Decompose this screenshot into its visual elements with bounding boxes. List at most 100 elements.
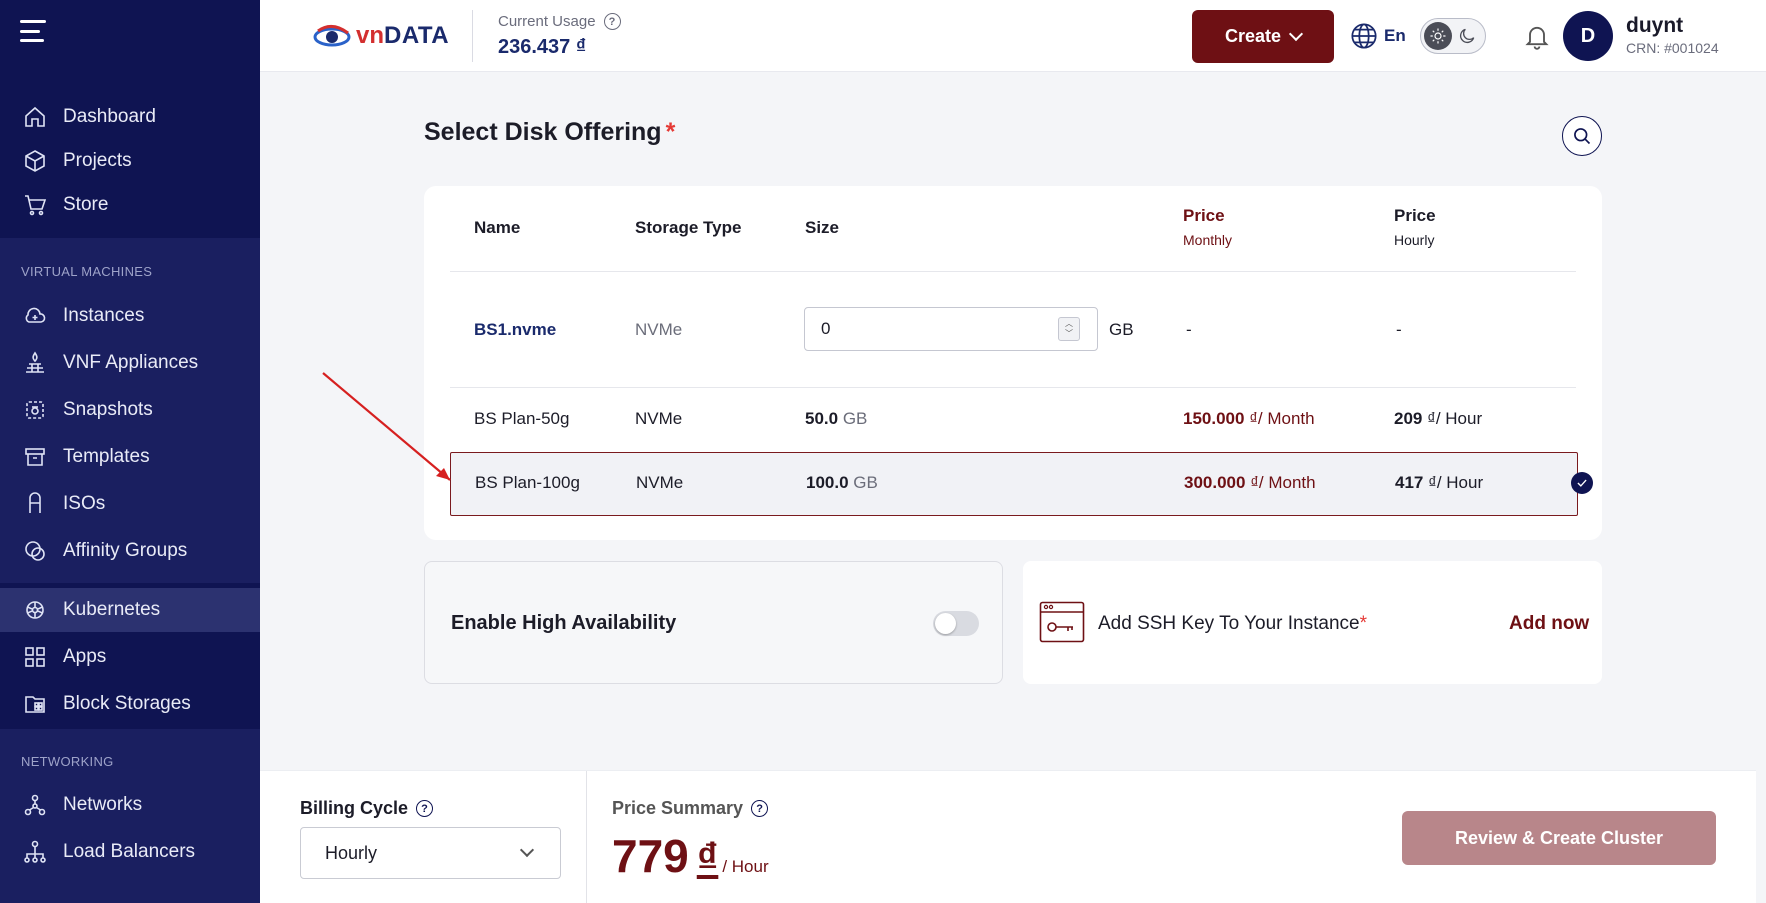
- sidebar-item-label: Networks: [63, 794, 143, 815]
- logo-icon: [313, 25, 351, 47]
- sidebar-item-label: Apps: [63, 646, 107, 667]
- sidebar-item-templates[interactable]: Templates: [0, 435, 260, 479]
- archive-icon: [22, 444, 48, 470]
- offering-name: BS Plan-100g: [475, 473, 580, 492]
- add-ssh-key-link[interactable]: Add now: [1509, 613, 1589, 635]
- current-usage-label: Current Usage ?: [498, 13, 621, 30]
- help-icon[interactable]: ?: [603, 13, 621, 30]
- price-unit: ₫/ Hour: [1428, 473, 1484, 492]
- current-usage-value: 236.437 ₫: [498, 36, 587, 58]
- user-crn: CRN: #001024: [1626, 40, 1719, 56]
- help-icon[interactable]: ?: [751, 800, 769, 817]
- price-monthly: 150.000 ₫/ Month: [1183, 409, 1315, 429]
- sidebar-item-load-balancers[interactable]: Load Balancers: [0, 830, 260, 874]
- size-unit: GB: [842, 409, 868, 428]
- column-header-name: Name: [474, 218, 521, 237]
- sidebar-item-kubernetes[interactable]: Kubernetes: [0, 588, 260, 632]
- footer-divider: [586, 771, 587, 903]
- column-header-price-hourly: Price Hourly: [1394, 206, 1436, 248]
- language-switcher[interactable]: En: [1350, 22, 1406, 50]
- theme-toggle[interactable]: [1420, 18, 1486, 54]
- price-number: 300.000: [1184, 473, 1246, 492]
- sidebar-item-vnf-appliances[interactable]: VNF Appliances: [0, 341, 260, 385]
- sidebar-item-label: Block Storages: [63, 693, 191, 714]
- sidebar-item-instances[interactable]: Instances: [0, 294, 260, 338]
- review-create-cluster-button[interactable]: Review & Create Cluster: [1402, 811, 1716, 865]
- price-number: 779: [612, 830, 689, 882]
- price-number: 417: [1395, 473, 1424, 492]
- table-row-selected[interactable]: BS Plan-100g NVMe 100.0 GB 300.000 ₫/ Mo…: [450, 452, 1593, 516]
- menu-toggle-icon[interactable]: [20, 20, 46, 42]
- camera-icon: [22, 397, 48, 423]
- search-button[interactable]: [1562, 116, 1602, 156]
- price-monthly: 300.000 ₫/ Month: [1184, 473, 1316, 493]
- billing-cycle-label: Billing Cycle ?: [300, 798, 434, 819]
- help-icon[interactable]: ?: [416, 800, 434, 817]
- sidebar-item-isos[interactable]: ISOs: [0, 482, 260, 526]
- size-unit: GB: [1109, 320, 1134, 339]
- sidebar-item-affinity-groups[interactable]: Affinity Groups: [0, 529, 260, 573]
- check-icon: [1571, 472, 1593, 494]
- sidebar-item-label: Dashboard: [63, 106, 156, 127]
- size-value: 100.0 GB: [806, 473, 878, 493]
- high-availability-label: Enable High Availability: [451, 612, 677, 634]
- price-hourly: -: [1396, 320, 1402, 339]
- page-title-text: Select Disk Offering: [424, 118, 662, 146]
- sidebar-item-networks[interactable]: Networks: [0, 783, 260, 827]
- create-button-label: Create: [1224, 26, 1282, 46]
- sidebar-item-label: VNF Appliances: [63, 352, 199, 373]
- sidebar-item-label: Affinity Groups: [63, 540, 188, 561]
- sidebar-item-dashboard[interactable]: Dashboard: [0, 95, 260, 139]
- size-stepper[interactable]: ︿ ﹀: [1058, 317, 1080, 341]
- row-divider: [450, 387, 1576, 388]
- price-unit: ₫/ Month: [1249, 409, 1315, 428]
- price-unit: / Hour: [722, 857, 769, 876]
- notification-bell-icon[interactable]: [1523, 22, 1551, 50]
- create-button[interactable]: Create: [1192, 10, 1334, 63]
- moon-icon: [1459, 28, 1475, 44]
- circles-icon: [22, 538, 48, 564]
- price-summary-value: 779 ₫ / Hour: [612, 829, 769, 883]
- storage-type: NVMe: [635, 320, 683, 339]
- sidebar-item-snapshots[interactable]: Snapshots: [0, 388, 260, 432]
- column-header-size: Size: [805, 218, 840, 237]
- header-subtext: Monthly: [1183, 232, 1233, 248]
- size-number: 100.0: [806, 473, 849, 492]
- sidebar-item-label: Store: [63, 194, 109, 215]
- home-icon: [22, 104, 48, 130]
- offering-name: BS1.nvme: [474, 320, 557, 339]
- chevron-down-icon: [519, 842, 535, 858]
- sidebar-item-label: Instances: [63, 305, 145, 326]
- header-text: Price: [1394, 206, 1436, 225]
- ssh-key-label: Add SSH Key To Your Instance*: [1098, 613, 1367, 635]
- page-title: Select Disk Offering *: [424, 118, 675, 147]
- size-value: 50.0 GB: [805, 409, 867, 429]
- price-hourly: 209 ₫/ Hour: [1394, 409, 1482, 429]
- cart-icon: [22, 192, 48, 218]
- price-monthly: -: [1186, 320, 1192, 339]
- globe-icon: [1351, 23, 1377, 49]
- avatar[interactable]: D: [1563, 11, 1613, 61]
- high-availability-card: Enable High Availability: [424, 561, 1003, 684]
- sidebar-item-projects[interactable]: Projects: [0, 139, 260, 183]
- brand-logo[interactable]: vn DATA: [312, 22, 449, 50]
- size-input[interactable]: [804, 307, 1098, 351]
- sidebar-item-apps[interactable]: Apps: [0, 635, 260, 679]
- price-currency: ₫: [696, 834, 719, 881]
- load-balancer-icon: [22, 839, 48, 865]
- sidebar-item-block-storages[interactable]: Block Storages: [0, 682, 260, 726]
- sidebar-item-label: Projects: [63, 150, 132, 171]
- sidebar-item-store[interactable]: Store: [0, 183, 260, 227]
- storage-type: NVMe: [636, 473, 684, 492]
- high-availability-toggle[interactable]: [933, 611, 979, 636]
- header-divider: [472, 10, 473, 62]
- storage-icon: [22, 691, 48, 717]
- header-subtext: Hourly: [1394, 232, 1435, 248]
- billing-cycle-select[interactable]: Hourly: [300, 827, 561, 879]
- sidebar-item-label: Snapshots: [63, 399, 153, 420]
- cube-icon: [22, 148, 48, 174]
- size-number: 50.0: [805, 409, 839, 428]
- footer-bar: Billing Cycle ? Hourly Price Summary ? 7…: [260, 770, 1756, 903]
- billing-cycle-text: Billing Cycle: [300, 798, 409, 818]
- price-summary-text: Price Summary: [612, 798, 744, 818]
